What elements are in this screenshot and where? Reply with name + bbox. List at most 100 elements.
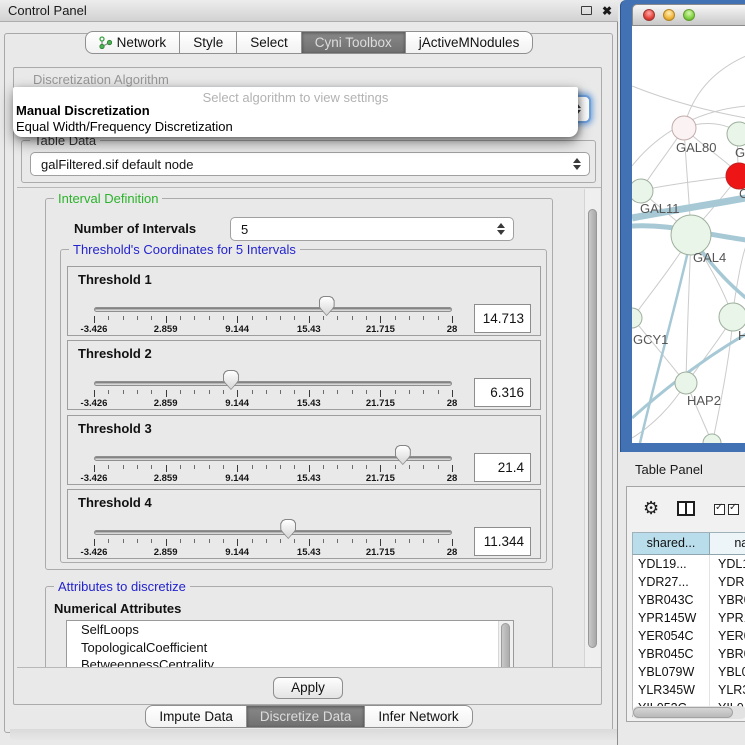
tick-mark xyxy=(237,539,238,546)
table-horizontal-scrollbar[interactable] xyxy=(632,706,745,719)
network-canvas[interactable]: GAL80 G C GAL11 GAL4 GCY1 H HAP2 xyxy=(632,26,745,443)
tick-mark xyxy=(266,390,267,394)
popup-option-equal-width-frequency[interactable]: Equal Width/Frequency Discretization xyxy=(16,119,233,134)
interval-definition-group-label: Interval Definition xyxy=(54,191,162,206)
tick-mark xyxy=(209,390,210,394)
node-green-topright[interactable] xyxy=(727,122,745,146)
numerical-attributes-list[interactable]: SelfLoopsTopologicalCoefficientBetweenne… xyxy=(66,620,514,668)
column-layout-icon[interactable] xyxy=(677,501,695,516)
attribute-list-item[interactable]: BetweennessCentrality xyxy=(67,656,513,668)
tick-mark xyxy=(108,465,109,469)
tick-mark xyxy=(380,539,381,546)
table-row[interactable]: YDR27...YDR2 xyxy=(633,573,745,591)
node-gal4[interactable] xyxy=(671,215,711,255)
column-header-shared-name[interactable]: shared... xyxy=(633,533,710,554)
float-window-icon[interactable] xyxy=(581,6,592,15)
popup-option-manual-discretization[interactable]: Manual Discretization xyxy=(16,103,150,118)
threshold-3-label: Threshold 3 xyxy=(78,421,152,436)
tab-jactivemnodules[interactable]: jActiveMNodules xyxy=(406,31,534,54)
attribute-list-item[interactable]: SelfLoops xyxy=(67,621,513,639)
tick-label: 15.43 xyxy=(297,473,321,484)
close-traffic-light[interactable] xyxy=(643,9,655,21)
minimize-traffic-light[interactable] xyxy=(663,9,675,21)
slider-ticks xyxy=(94,390,452,398)
control-panel: Control Panel ✖ Network Style Select Cyn… xyxy=(0,0,618,745)
table-row[interactable]: YBL079WYBL0 xyxy=(633,663,745,681)
node-gcy1[interactable] xyxy=(632,308,642,328)
tick-mark xyxy=(137,539,138,543)
tick-mark xyxy=(323,539,324,543)
tick-mark xyxy=(137,390,138,394)
number-of-intervals-combobox[interactable]: 5 xyxy=(230,217,514,241)
table-panel-titlebar: Table Panel xyxy=(620,452,745,486)
slider-tick-labels: -3.4262.8599.14415.4321.71528 xyxy=(94,547,452,559)
scrollbar-thumb[interactable] xyxy=(588,209,597,648)
threshold-4-value-field[interactable]: 11.344 xyxy=(474,527,531,556)
tick-mark xyxy=(294,465,295,469)
tick-mark xyxy=(294,539,295,543)
threshold-3-slider-thumb[interactable] xyxy=(395,445,411,465)
tick-mark xyxy=(94,539,95,546)
tick-mark xyxy=(366,316,367,320)
tab-cyni-toolbox[interactable]: Cyni Toolbox xyxy=(302,31,406,54)
close-icon[interactable]: ✖ xyxy=(602,6,612,16)
threshold-2-slider-thumb[interactable] xyxy=(223,370,239,390)
table-row[interactable]: YBR045CYBR0 xyxy=(633,645,745,663)
apply-button[interactable]: Apply xyxy=(273,677,343,699)
tick-label: 15.43 xyxy=(297,547,321,558)
tick-mark xyxy=(423,316,424,320)
tick-mark xyxy=(166,539,167,546)
tab-style[interactable]: Style xyxy=(180,31,237,54)
discretize-data-section: Discretization Algorithm Select algorith… xyxy=(13,67,602,705)
settings-vertical-scrollbar[interactable] xyxy=(584,189,600,668)
tab-select[interactable]: Select xyxy=(237,31,302,54)
combo-arrows-icon xyxy=(497,223,505,235)
threshold-4-slider-track[interactable] xyxy=(94,530,452,535)
checkbox-icon-1[interactable] xyxy=(714,504,725,515)
threshold-2-value-field[interactable]: 6.316 xyxy=(474,378,531,407)
threshold-3-value-field[interactable]: 21.4 xyxy=(474,453,531,482)
table-row[interactable]: YLR345WYLR3 xyxy=(633,681,745,699)
tick-mark xyxy=(194,539,195,543)
gear-icon[interactable]: ⚙ xyxy=(643,499,659,517)
zoom-traffic-light[interactable] xyxy=(683,9,695,21)
scrollbar-thumb[interactable] xyxy=(633,707,733,718)
column-header-name[interactable]: name xyxy=(710,533,745,554)
threshold-2-label: Threshold 2 xyxy=(78,346,152,361)
tick-mark xyxy=(252,316,253,320)
tick-mark xyxy=(294,316,295,320)
scrollbar-thumb[interactable] xyxy=(501,623,510,668)
tick-mark xyxy=(151,465,152,469)
tick-mark xyxy=(409,390,410,394)
threshold-1-slider-thumb[interactable] xyxy=(319,296,335,316)
tick-mark xyxy=(209,316,210,320)
tick-label: 21.715 xyxy=(366,398,395,409)
tab-discretize-data[interactable]: Discretize Data xyxy=(247,705,366,728)
node-label-partial-g: G xyxy=(735,145,745,160)
checkbox-icon-2[interactable] xyxy=(728,504,739,515)
cell-shared-name: YDR27... xyxy=(633,573,710,591)
threshold-2-slider-track[interactable] xyxy=(94,381,452,386)
node-bottom-partial[interactable] xyxy=(703,434,721,443)
table-row[interactable]: YPR145WYPR1 xyxy=(633,609,745,627)
threshold-4-slider-thumb[interactable] xyxy=(280,519,296,539)
tick-mark xyxy=(223,390,224,394)
tab-infer-network[interactable]: Infer Network xyxy=(365,705,472,728)
tab-impute-data[interactable]: Impute Data xyxy=(145,705,247,728)
threshold-1-slider-track[interactable] xyxy=(94,307,452,312)
table-row[interactable]: YER054CYER0 xyxy=(633,627,745,645)
table-data-combobox[interactable]: galFiltered.sif default node xyxy=(30,152,590,176)
table-row[interactable]: YBR043CYBR0 xyxy=(633,591,745,609)
node-gal11[interactable] xyxy=(632,179,653,203)
tick-mark xyxy=(252,390,253,394)
tick-mark xyxy=(409,316,410,320)
attribute-list-item[interactable]: TopologicalCoefficient xyxy=(67,639,513,657)
tab-network[interactable]: Network xyxy=(85,31,181,54)
node-pink[interactable] xyxy=(672,116,696,140)
node-hap2[interactable] xyxy=(675,372,697,394)
tick-mark xyxy=(209,465,210,469)
node-h[interactable] xyxy=(719,303,745,331)
table-row[interactable]: YDL19...YDL1 xyxy=(633,555,745,573)
threshold-1-value-field[interactable]: 14.713 xyxy=(474,304,531,333)
attributes-list-scrollbar[interactable] xyxy=(498,621,513,668)
